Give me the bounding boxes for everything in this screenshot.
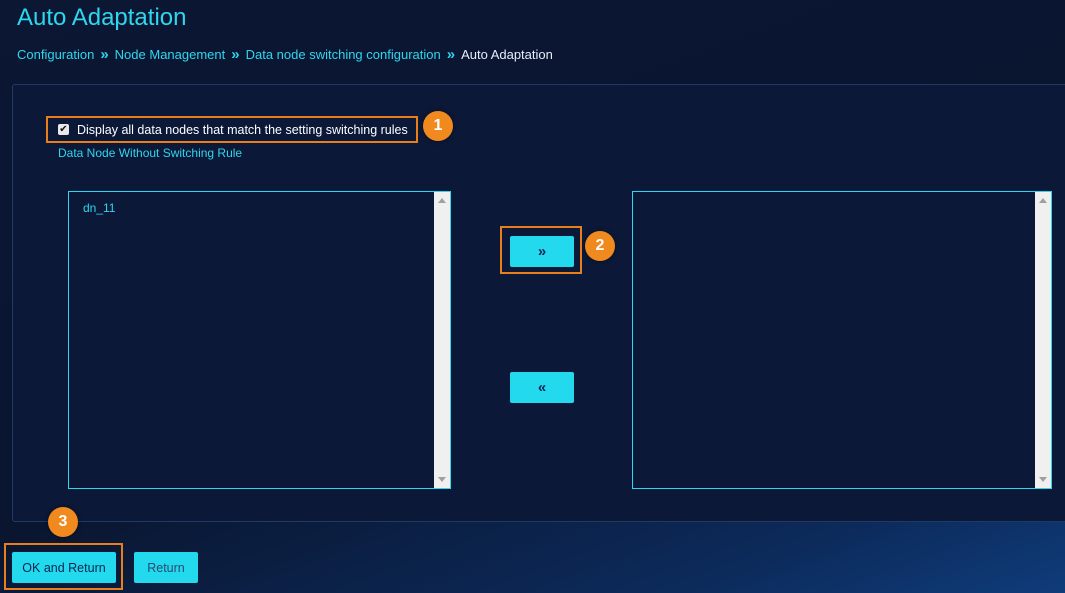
checkbox-label: Display all data nodes that match the se… [77, 122, 408, 137]
move-left-button[interactable]: « [510, 372, 574, 403]
scroll-down-icon[interactable] [438, 477, 446, 482]
annotation-badge-1: 1 [423, 111, 453, 141]
breadcrumb: Configuration » Node Management » Data n… [17, 46, 553, 63]
source-list-label: Data Node Without Switching Rule [58, 146, 243, 160]
breadcrumb-configuration[interactable]: Configuration [17, 47, 94, 62]
breadcrumb-separator-icon: » [231, 46, 240, 63]
breadcrumb-separator-icon: » [100, 46, 109, 63]
annotation-badge-3: 3 [48, 507, 78, 537]
display-matching-nodes-checkbox[interactable]: ✔ [58, 124, 69, 135]
return-button[interactable]: Return [134, 552, 198, 583]
double-chevron-left-icon: « [537, 379, 547, 396]
scrollbar[interactable] [1035, 192, 1051, 488]
source-listbox[interactable]: dn_11 [68, 191, 451, 489]
scrollbar[interactable] [434, 192, 450, 488]
scroll-up-icon[interactable] [438, 198, 446, 203]
ok-and-return-button[interactable]: OK and Return [12, 552, 116, 583]
breadcrumb-data-node-switching[interactable]: Data node switching configuration [246, 47, 441, 62]
move-right-button[interactable]: » [510, 236, 574, 267]
breadcrumb-separator-icon: » [446, 46, 456, 63]
list-item[interactable]: dn_11 [83, 201, 115, 215]
target-listbox[interactable] [632, 191, 1052, 489]
scroll-down-icon[interactable] [1039, 477, 1047, 482]
display-matching-nodes-option[interactable]: ✔ Display all data nodes that match the … [46, 116, 418, 143]
breadcrumb-node-management[interactable]: Node Management [115, 47, 226, 62]
check-mark-icon: ✔ [59, 124, 68, 135]
double-chevron-right-icon: » [537, 243, 547, 260]
annotation-badge-2: 2 [585, 231, 615, 261]
breadcrumb-current: Auto Adaptation [461, 47, 553, 62]
scroll-up-icon[interactable] [1039, 198, 1047, 203]
page-title: Auto Adaptation [17, 4, 187, 31]
